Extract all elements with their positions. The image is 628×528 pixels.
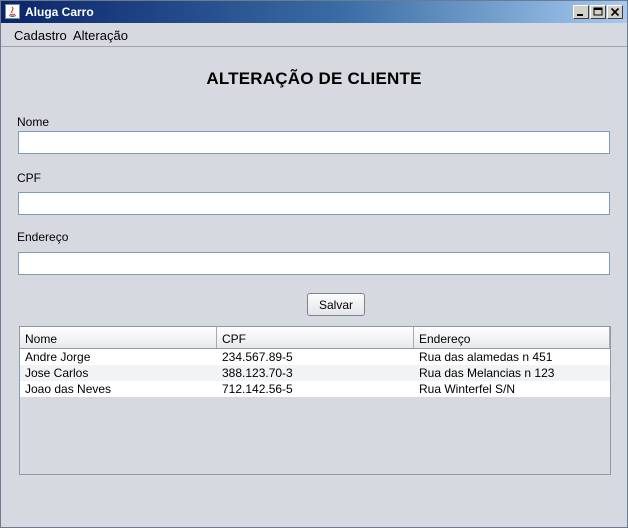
minimize-button[interactable] [573,5,589,19]
endereco-label: Endereço [17,230,69,244]
menu-bar: Cadastro Alteração [1,24,627,47]
cpf-label: CPF [17,171,41,185]
java-icon [5,4,20,19]
cell-nome: Joao das Neves [25,382,112,396]
menu-alteracao[interactable]: Alteração [73,28,128,43]
cell-cpf: 712.142.56-5 [222,382,293,396]
cell-nome: Jose Carlos [25,366,89,380]
table-header: Nome CPF Endereço [20,327,610,349]
table-row[interactable]: Andre Jorge 234.567.89-5 Rua das alameda… [20,349,610,365]
table-body: Andre Jorge 234.567.89-5 Rua das alameda… [20,349,610,397]
window-title: Aluga Carro [25,5,94,19]
endereco-field[interactable] [18,252,610,275]
menu-cadastro[interactable]: Cadastro [14,28,67,43]
column-header-cpf[interactable]: CPF [217,327,414,348]
cell-cpf: 234.567.89-5 [222,350,293,364]
column-header-nome[interactable]: Nome [20,327,217,348]
cell-endereco: Rua Winterfel S/N [419,382,516,396]
page-title: ALTERAÇÃO DE CLIENTE [206,69,422,88]
nome-field[interactable] [18,131,610,154]
cpf-field[interactable] [18,192,610,215]
column-header-endereco[interactable]: Endereço [414,327,610,348]
maximize-button[interactable] [590,5,606,19]
table-row[interactable]: Jose Carlos 388.123.70-3 Rua das Melanci… [20,365,610,381]
title-bar[interactable]: Aluga Carro [1,1,627,23]
cell-endereco: Rua das Melancias n 123 [419,366,555,380]
app-window: Aluga Carro Cadastro Alteração ALTERAÇÃO… [0,0,628,528]
close-button[interactable] [607,5,623,19]
save-button[interactable]: Salvar [307,293,365,316]
cell-endereco: Rua das alamedas n 451 [419,350,553,364]
table-row[interactable]: Joao das Neves 712.142.56-5 Rua Winterfe… [20,381,610,397]
cell-nome: Andre Jorge [25,350,91,364]
clients-table[interactable]: Nome CPF Endereço Andre Jorge 234.567.89… [19,326,611,475]
cell-cpf: 388.123.70-3 [222,366,293,380]
nome-label: Nome [17,115,50,129]
